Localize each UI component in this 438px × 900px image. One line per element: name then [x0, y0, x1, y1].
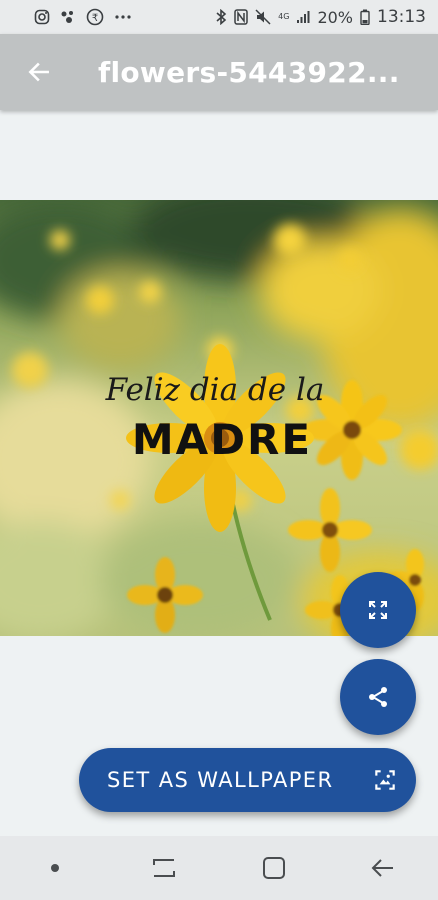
- signal-icon: [296, 10, 310, 24]
- instagram-icon: [34, 9, 50, 25]
- bluetooth-icon: [215, 9, 227, 25]
- recent-apps-button[interactable]: [134, 838, 194, 898]
- fullscreen-icon: [366, 598, 390, 622]
- back-arrow-icon: [371, 856, 395, 880]
- share-icon: [366, 685, 390, 709]
- wallpaper-preview: Feliz dia de la MADRE: [0, 200, 438, 636]
- page-title: flowers-5443922...: [98, 55, 400, 89]
- system-icons: 4G 20% 13:13: [215, 7, 426, 27]
- nav-dot-button[interactable]: [25, 838, 85, 898]
- system-navigation-bar: [0, 836, 438, 900]
- app-bar: flowers-5443922...: [0, 34, 438, 110]
- nav-back-button[interactable]: [353, 838, 413, 898]
- network-type-label: 4G: [278, 12, 290, 21]
- svg-text:₹: ₹: [92, 13, 98, 24]
- wallpaper-icon: [372, 767, 398, 793]
- share-button[interactable]: [340, 659, 416, 735]
- network-type-icon: 4G: [278, 13, 289, 21]
- clock: 13:13: [377, 7, 426, 27]
- nfc-icon: [234, 9, 248, 25]
- back-button[interactable]: [0, 34, 78, 110]
- more-notifications-icon: [114, 14, 132, 20]
- mute-icon: [255, 9, 271, 25]
- battery-icon: [360, 9, 370, 25]
- set-wallpaper-button[interactable]: SET AS WALLPAPER: [79, 748, 416, 812]
- status-bar: ₹ 4G 20% 13:13: [0, 0, 438, 34]
- recent-apps-icon: [151, 857, 177, 879]
- set-wallpaper-label: SET AS WALLPAPER: [107, 768, 334, 792]
- battery-percent: 20%: [317, 7, 353, 27]
- home-button[interactable]: [244, 838, 304, 898]
- greeting-script-text: Feliz dia de la: [105, 372, 325, 408]
- greeting-heading-text: MADRE: [132, 415, 312, 464]
- currency-app-icon: ₹: [86, 8, 104, 26]
- fullscreen-button[interactable]: [340, 572, 416, 648]
- arrow-left-icon: [26, 59, 52, 85]
- home-square-icon: [262, 856, 286, 880]
- app-notification-icon: [60, 9, 76, 25]
- dot-icon: [50, 863, 60, 873]
- notification-icons: ₹: [34, 8, 132, 26]
